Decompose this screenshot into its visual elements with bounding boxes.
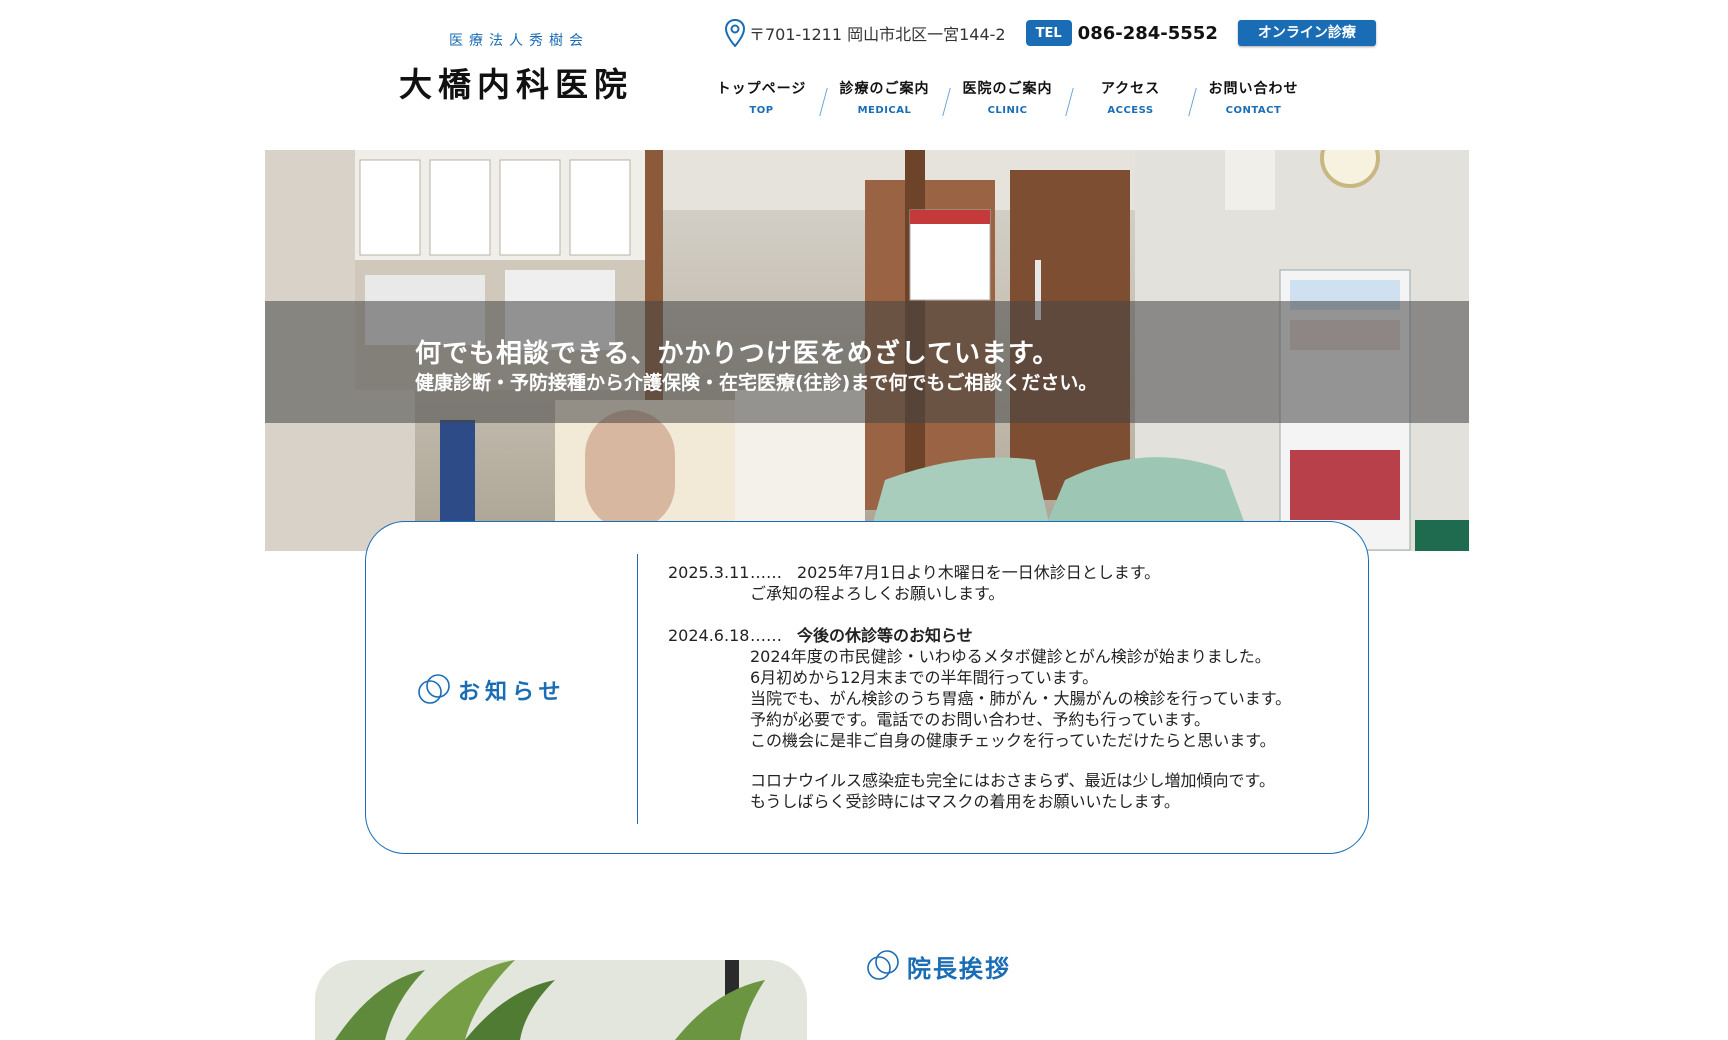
contact-bar: 〒701-1211 岡山市北区一宮144-2 TEL 086-284-5552 … bbox=[724, 17, 1376, 49]
online-consultation-button[interactable]: オンライン診療 bbox=[1237, 20, 1376, 46]
nav-item-clinic[interactable]: 医院のご案内 CLINIC bbox=[946, 78, 1069, 116]
director-photo bbox=[315, 960, 807, 1040]
news-item[interactable]: 2025.3.11 …… 2025年7月1日より木曜日を一日休診日とします。 ご… bbox=[668, 562, 1328, 604]
nav-label: トップページ bbox=[716, 81, 807, 97]
nav-sublabel: CONTACT bbox=[1225, 105, 1282, 116]
hero-title: 何でも相談できる、かかりつけ医をめざしています。 bbox=[415, 339, 1060, 369]
double-circle-icon bbox=[418, 674, 450, 704]
hero-subtitle: 健康診断・予防接種から介護保険・在宅医療(往診)まで何でもご相談ください。 bbox=[415, 372, 1098, 394]
news-body: 2025年7月1日より木曜日を一日休診日とします。 ご承知の程よろしくお願いしま… bbox=[750, 562, 1160, 604]
nav-item-medical[interactable]: 診療のご案内 MEDICAL bbox=[823, 78, 946, 116]
news-line: コロナウイルス感染症も完全にはおさまらず、最近は少し増加傾向です。 bbox=[750, 771, 1275, 790]
logo-title: 大橋内科医院 bbox=[399, 65, 633, 104]
news-line: 予約が必要です。電話でのお問い合わせ、予約も行っています。 bbox=[750, 710, 1211, 729]
news-spacer bbox=[750, 751, 1291, 770]
news-line: もうしばらく受診時にはマスクの着用をお願いいたします。 bbox=[750, 792, 1180, 811]
news-heading-text: お知らせ bbox=[458, 680, 566, 705]
map-pin-icon bbox=[724, 19, 746, 47]
nav-label: 診療のご案内 bbox=[839, 81, 930, 97]
nav-sublabel: ACCESS bbox=[1107, 105, 1154, 116]
site-logo[interactable]: 医療法人秀樹会 大橋内科医院 bbox=[390, 30, 642, 106]
nav-item-contact[interactable]: お問い合わせ CONTACT bbox=[1192, 78, 1315, 116]
news-divider bbox=[637, 554, 638, 824]
tel-badge: TEL bbox=[1025, 20, 1072, 46]
news-line: 2024年度の市民健診・いわゆるメタボ健診とがん検診が始まりました。 bbox=[750, 647, 1271, 666]
nav-label: アクセス bbox=[1100, 81, 1161, 97]
news-line: 6月初めから12月末までの半年間行っています。 bbox=[750, 668, 1099, 687]
news-line: ご承知の程よろしくお願いします。 bbox=[750, 584, 1005, 603]
nav-sublabel: CLINIC bbox=[987, 105, 1028, 116]
news-panel: お知らせ 2025.3.11 …… 2025年7月1日より木曜日を一日休診日とし… bbox=[365, 521, 1369, 854]
tel-number[interactable]: 086-284-5552 bbox=[1078, 23, 1218, 44]
news-title: 今後の休診等のお知らせ bbox=[797, 626, 973, 645]
greeting-heading: 院長挨拶 bbox=[865, 948, 1011, 984]
nav-sublabel: MEDICAL bbox=[857, 105, 912, 116]
clinic-address: 〒701-1211 岡山市北区一宮144-2 bbox=[749, 25, 1006, 44]
news-heading: お知らせ bbox=[416, 672, 566, 708]
nav-sublabel: TOP bbox=[749, 105, 774, 116]
double-circle-icon bbox=[867, 950, 899, 980]
logo-subtitle: 医療法人秀樹会 bbox=[449, 33, 589, 49]
nav-label: お問い合わせ bbox=[1208, 81, 1299, 97]
news-date: 2025.3.11 bbox=[668, 563, 750, 582]
news-line: 当院でも、がん検診のうち胃癌・肺がん・大腸がんの検診を行っています。 bbox=[750, 689, 1292, 708]
nav-item-access[interactable]: アクセス ACCESS bbox=[1069, 78, 1192, 116]
nav-label: 医院のご案内 bbox=[962, 81, 1053, 97]
news-item[interactable]: 2024.6.18 …… 今後の休診等のお知らせ 2024年度の市民健診・いわゆ… bbox=[668, 625, 1328, 815]
news-line: この機会に是非ご自身の健康チェックを行っていただけたらと思います。 bbox=[750, 731, 1276, 750]
news-date: 2024.6.18 bbox=[668, 626, 750, 645]
greeting-heading-text: 院長挨拶 bbox=[907, 954, 1011, 983]
plant-photo-illustration bbox=[315, 960, 807, 1040]
hero-banner: 何でも相談できる、かかりつけ医をめざしています。 健康診断・予防接種から介護保険… bbox=[265, 150, 1469, 551]
nav-item-top[interactable]: トップページ TOP bbox=[700, 78, 823, 116]
news-body: 今後の休診等のお知らせ 2024年度の市民健診・いわゆるメタボ健診とがん検診が始… bbox=[750, 625, 1291, 812]
main-nav: トップページ TOP 診療のご案内 MEDICAL 医院のご案内 CLINIC … bbox=[700, 78, 1315, 116]
news-title: 2025年7月1日より木曜日を一日休診日とします。 bbox=[797, 563, 1161, 582]
